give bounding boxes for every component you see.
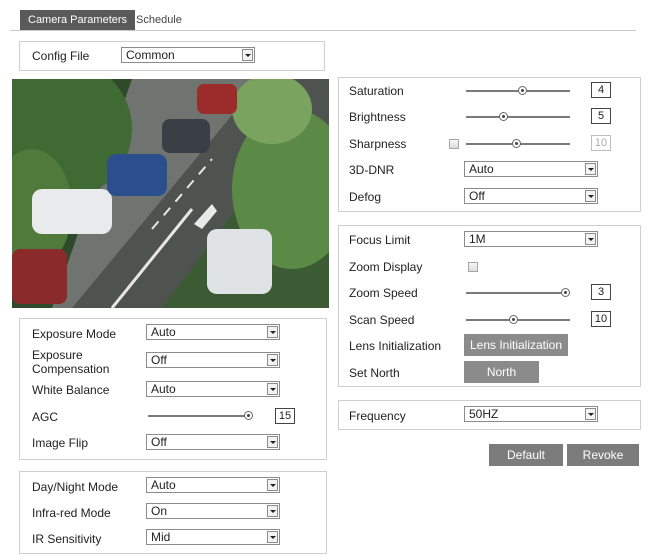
chevron-down-icon (585, 233, 596, 245)
ir-sensitivity-label: IR Sensitivity (32, 532, 102, 546)
white-balance-value: Auto (151, 382, 176, 396)
agc-slider-handle[interactable] (244, 411, 253, 420)
lens-initialization-button[interactable]: Lens Initialization (464, 334, 568, 356)
exposure-compensation-label: Exposure Compensation (32, 348, 110, 376)
exposure-compensation-select[interactable]: Off (146, 352, 280, 368)
image-flip-label: Image Flip (32, 436, 89, 450)
config-file-value: Common (126, 48, 175, 62)
brightness-slider[interactable] (466, 116, 570, 118)
infrared-mode-value: On (151, 504, 168, 518)
defog-select[interactable]: Off (464, 188, 598, 204)
chevron-down-icon (585, 190, 596, 202)
day-night-mode-select[interactable]: Auto (146, 477, 280, 493)
chevron-down-icon (585, 408, 596, 420)
chevron-down-icon (267, 505, 278, 517)
chevron-down-icon (267, 383, 278, 395)
zoom-display-label: Zoom Display (349, 260, 423, 274)
focus-limit-select[interactable]: 1M (464, 231, 598, 247)
infrared-mode-select[interactable]: On (146, 503, 280, 519)
infrared-mode-label: Infra-red Mode (32, 506, 111, 520)
zoom-speed-slider-handle[interactable] (561, 288, 570, 297)
frequency-value: 50HZ (469, 407, 499, 421)
ir-sensitivity-value: Mid (151, 530, 171, 544)
frequency-label: Frequency (349, 409, 406, 423)
white-balance-label: White Balance (32, 383, 110, 397)
scan-speed-value[interactable]: 10 (591, 311, 611, 327)
lens-init-label: Lens Initialization (349, 339, 442, 353)
frequency-select[interactable]: 50HZ (464, 406, 598, 422)
default-button[interactable]: Default (489, 444, 563, 466)
tab-bar: Camera Parameters Schedule (10, 10, 636, 31)
exposure-compensation-value: Off (151, 353, 167, 367)
set-north-label: Set North (349, 366, 400, 380)
focus-limit-label: Focus Limit (349, 233, 411, 247)
chevron-down-icon (242, 49, 253, 61)
day-night-mode-value: Auto (151, 478, 176, 492)
agc-value[interactable]: 15 (275, 408, 295, 424)
ir-sensitivity-select[interactable]: Mid (146, 529, 280, 545)
saturation-value[interactable]: 4 (591, 82, 611, 98)
chevron-down-icon (267, 354, 278, 366)
dnr-value: Auto (469, 162, 494, 176)
chevron-down-icon (267, 436, 278, 448)
config-file-select[interactable]: Common (121, 47, 255, 63)
zoom-speed-value[interactable]: 3 (591, 284, 611, 300)
zoom-speed-label: Zoom Speed (349, 286, 418, 300)
zoom-speed-slider[interactable] (466, 292, 570, 294)
defog-label: Defog (349, 190, 382, 204)
zoom-display-checkbox[interactable] (468, 262, 478, 272)
image-flip-select[interactable]: Off (146, 434, 280, 450)
config-file-label: Config File (32, 49, 90, 63)
exposure-mode-select[interactable]: Auto (146, 324, 280, 340)
scan-speed-label: Scan Speed (349, 313, 415, 327)
agc-label: AGC (32, 410, 59, 424)
dnr-select[interactable]: Auto (464, 161, 598, 177)
saturation-label: Saturation (349, 84, 404, 98)
chevron-down-icon (585, 163, 596, 175)
sharpness-value[interactable]: 10 (591, 135, 611, 151)
street-scene-image (12, 79, 329, 308)
brightness-label: Brightness (349, 110, 406, 124)
chevron-down-icon (267, 326, 278, 338)
dnr-label: 3D-DNR (349, 163, 395, 177)
scan-speed-slider[interactable] (466, 319, 570, 321)
image-flip-value: Off (151, 435, 167, 449)
defog-value: Off (469, 189, 485, 203)
brightness-value[interactable]: 5 (591, 108, 611, 124)
revoke-button[interactable]: Revoke (567, 444, 639, 466)
focus-limit-value: 1M (469, 232, 486, 246)
sharpness-label: Sharpness (349, 137, 407, 151)
sharpness-checkbox[interactable] (449, 139, 459, 149)
agc-slider[interactable] (148, 415, 253, 417)
chevron-down-icon (267, 531, 278, 543)
tab-camera-parameters[interactable]: Camera Parameters (20, 10, 136, 30)
north-button[interactable]: North (464, 361, 539, 383)
scan-speed-slider-handle[interactable] (508, 315, 518, 324)
white-balance-select[interactable]: Auto (146, 381, 280, 397)
chevron-down-icon (267, 479, 278, 491)
exposure-mode-label: Exposure Mode (32, 327, 117, 341)
day-night-mode-label: Day/Night Mode (32, 480, 119, 494)
exposure-mode-value: Auto (151, 325, 176, 339)
sharpness-slider-handle[interactable] (511, 139, 521, 148)
video-preview (12, 79, 329, 308)
tab-schedule[interactable]: Schedule (128, 10, 190, 30)
